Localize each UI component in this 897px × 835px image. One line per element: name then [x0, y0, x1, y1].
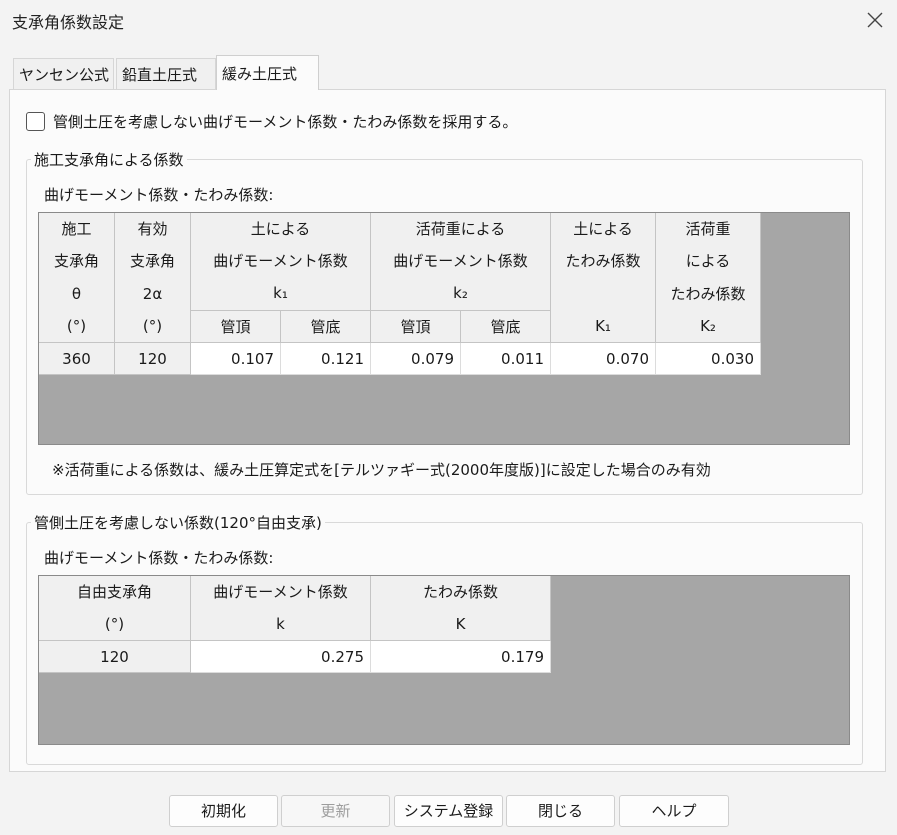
tab-janssen[interactable]: ヤンセン公式 [13, 58, 114, 89]
cell-free-k[interactable]: 0.275 [191, 641, 371, 673]
header-live-deflection: 活荷重 による たわみ係数 K₂ [656, 213, 761, 343]
header-effective-angle: 有効 支承角 2α (°) [115, 213, 191, 343]
close-icon[interactable] [864, 9, 886, 31]
init-button[interactable]: 初期化 [169, 795, 278, 827]
update-button[interactable]: 更新 [281, 795, 390, 827]
close-button[interactable]: 閉じる [506, 795, 615, 827]
free-support-group-title: 管側土圧を考慮しない係数(120°自由支承) [31, 512, 325, 533]
cell-k2-top[interactable]: 0.079 [371, 343, 461, 375]
cell-k1-bottom[interactable]: 0.121 [281, 343, 371, 375]
header-soil-deflection: 土による たわみ係数 K₁ [551, 213, 656, 343]
tab-loosened-earth-pressure[interactable]: 緩み土圧式 [216, 55, 319, 90]
tab-vertical-earth-pressure[interactable]: 鉛直土圧式 [116, 58, 216, 89]
no-side-pressure-checkbox[interactable] [26, 112, 45, 131]
row-alpha: 120 [115, 343, 191, 375]
cell-k1-top[interactable]: 0.107 [191, 343, 281, 375]
cell-free-K[interactable]: 0.179 [371, 641, 551, 673]
cell-K2[interactable]: 0.030 [656, 343, 761, 375]
no-side-pressure-label[interactable]: 管側土圧を考慮しない曲げモーメント係数・たわみ係数を採用する。 [53, 111, 517, 132]
header-free-angle: 自由支承角 (°) [39, 576, 191, 641]
header-free-deflection: たわみ係数 K [371, 576, 551, 641]
cell-k2-bottom[interactable]: 0.011 [461, 343, 551, 375]
construction-coefficient-grid: 施工 支承角 θ (°) 有効 支承角 2α (°) 土による 曲げモーメント係数 k₁ 管頂 … [38, 212, 850, 445]
header-k2-top: 管頂 [371, 311, 461, 343]
header-construction-angle: 施工 支承角 θ (°) [39, 213, 115, 343]
title-bar: 支承角係数設定 [0, 0, 897, 42]
help-button[interactable]: ヘルプ [619, 795, 729, 827]
header-k1-bottom: 管底 [281, 311, 371, 343]
system-register-button[interactable]: システム登録 [394, 795, 503, 827]
header-k2-bottom: 管底 [461, 311, 551, 343]
construction-angle-group-title: 施工支承角による係数 [31, 149, 187, 170]
row-theta: 360 [39, 343, 115, 375]
header-k1-top: 管頂 [191, 311, 281, 343]
header-live-moment: 活荷重による 曲げモーメント係数 k₂ [371, 213, 551, 311]
window-title: 支承角係数設定 [12, 13, 125, 32]
row-free-angle: 120 [39, 641, 191, 673]
live-load-note: ※活荷重による係数は、緩み土圧算定式を[テルツァギー式(2000年度版)]に設定… [52, 461, 711, 479]
header-free-moment: 曲げモーメント係数 k [191, 576, 371, 641]
group1-subtitle: 曲げモーメント係数・たわみ係数: [44, 186, 274, 204]
group2-subtitle: 曲げモーメント係数・たわみ係数: [44, 549, 274, 567]
header-soil-moment: 土による 曲げモーメント係数 k₁ [191, 213, 371, 311]
cell-K1[interactable]: 0.070 [551, 343, 656, 375]
free-support-grid: 自由支承角 (°) 曲げモーメント係数 k たわみ係数 K 120 0.275 0.1… [38, 575, 850, 745]
